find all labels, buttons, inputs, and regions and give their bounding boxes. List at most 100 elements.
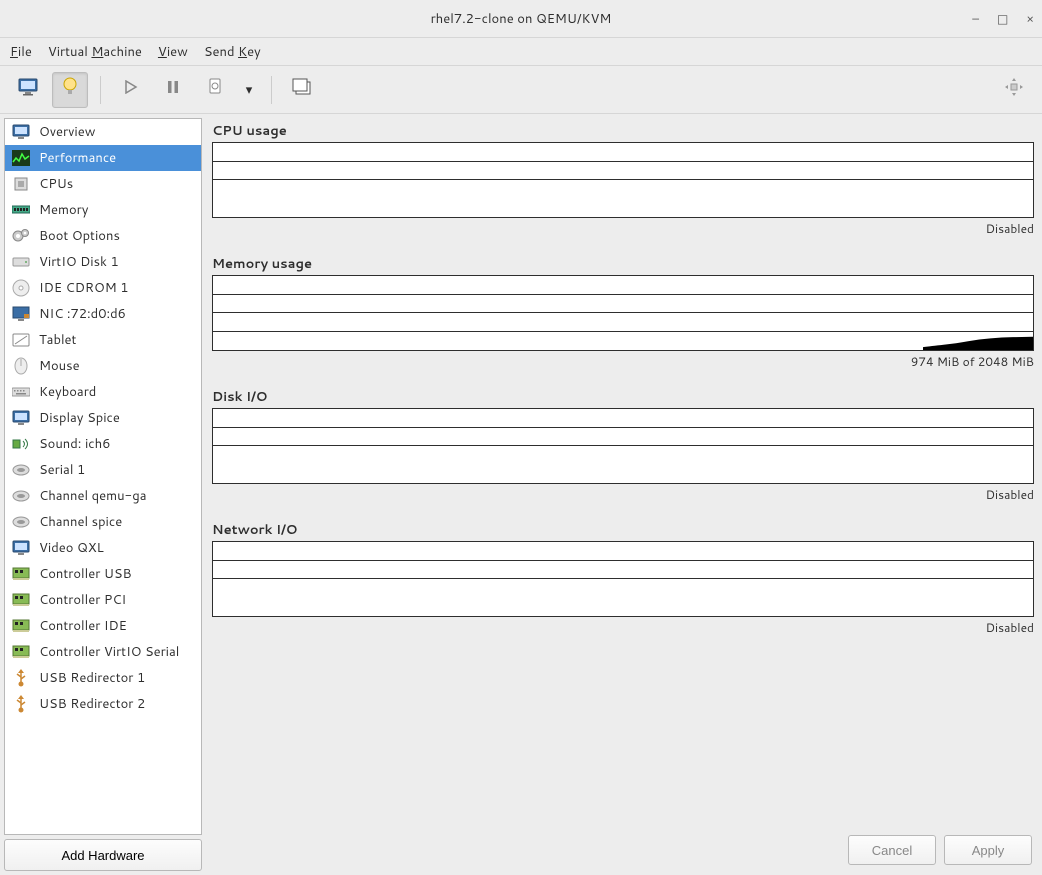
sidebar-item-cpus[interactable]: CPUs — [5, 171, 201, 197]
minimize-button[interactable]: – — [972, 10, 979, 27]
cpu-usage-block: CPU usage Disabled — [212, 122, 1034, 237]
sidebar-item-ctrl-virtio[interactable]: Controller VirtIO Serial — [5, 639, 201, 665]
sidebar-item-display[interactable]: Display Spice — [5, 405, 201, 431]
sidebar-item-label: USB Redirector 1 — [39, 669, 145, 687]
sidebar-item-disk[interactable]: VirtIO Disk 1 — [5, 249, 201, 275]
snapshots-button[interactable] — [284, 72, 320, 108]
fullscreen-button[interactable] — [996, 72, 1032, 108]
sidebar-item-video[interactable]: Video QXL — [5, 535, 201, 561]
sidebar-item-label: Controller PCI — [39, 591, 126, 609]
network-io-title: Network I/O — [212, 521, 1034, 539]
sidebar-item-label: Controller VirtIO Serial — [39, 643, 179, 661]
sidebar-item-label: Keyboard — [39, 383, 96, 401]
port-icon — [11, 512, 31, 532]
sidebar-item-cdrom[interactable]: IDE CDROM 1 — [5, 275, 201, 301]
memory-usage-title: Memory usage — [212, 255, 1034, 273]
sidebar-item-chan-qemu[interactable]: Channel qemu-ga — [5, 483, 201, 509]
keyboard-icon — [11, 382, 31, 402]
nic-icon — [11, 304, 31, 324]
sidebar-item-performance[interactable]: Performance — [5, 145, 201, 171]
main-area: Overview Performance CPUs Memory Boot Option… — [0, 114, 1042, 875]
sidebar-item-keyboard[interactable]: Keyboard — [5, 379, 201, 405]
network-io-caption: Disabled — [212, 619, 1034, 636]
monitor-icon — [18, 78, 38, 101]
tablet-icon — [11, 330, 31, 350]
disk-io-block: Disk I/O Disabled — [212, 388, 1034, 503]
sidebar-item-label: Controller IDE — [39, 617, 127, 635]
network-io-block: Network I/O Disabled — [212, 521, 1034, 636]
sidebar-item-label: Performance — [39, 149, 116, 167]
shutdown-button[interactable] — [197, 72, 233, 108]
sidebar-item-label: Overview — [39, 123, 95, 141]
apply-button[interactable]: Apply — [944, 835, 1032, 865]
menu-view[interactable]: View — [158, 43, 188, 61]
memory-usage-chart — [212, 275, 1034, 351]
run-button[interactable] — [113, 72, 149, 108]
cd-icon — [11, 278, 31, 298]
sidebar-item-memory[interactable]: Memory — [5, 197, 201, 223]
titlebar: rhel7.2-clone on QEMU/KVM – □ × — [0, 0, 1042, 38]
sidebar-item-label: NIC :72:d0:d6 — [39, 305, 126, 323]
port-icon — [11, 460, 31, 480]
pause-button[interactable] — [155, 72, 191, 108]
sidebar-item-label: Memory — [39, 201, 88, 219]
sidebar-item-nic[interactable]: NIC :72:d0:d6 — [5, 301, 201, 327]
play-icon — [124, 80, 138, 99]
disk-icon — [11, 252, 31, 272]
sidebar-item-usb-redir-2[interactable]: USB Redirector 2 — [5, 691, 201, 717]
card-icon — [11, 642, 31, 662]
sidebar-item-label: CPUs — [39, 175, 73, 193]
sidebar-item-label: Serial 1 — [39, 461, 85, 479]
lightbulb-icon — [62, 77, 78, 102]
footer-buttons: Cancel Apply — [212, 829, 1034, 867]
hardware-list[interactable]: Overview Performance CPUs Memory Boot Option… — [4, 118, 202, 835]
cancel-button[interactable]: Cancel — [848, 835, 936, 865]
sidebar-item-boot[interactable]: Boot Options — [5, 223, 201, 249]
sidebar-item-label: Mouse — [39, 357, 80, 375]
details-view-button[interactable] — [52, 72, 88, 108]
toolbar-separator — [100, 76, 101, 104]
toolbar: ▾ — [0, 66, 1042, 114]
monitor-icon — [11, 538, 31, 558]
menu-send-key[interactable]: Send Key — [204, 43, 261, 61]
console-view-button[interactable] — [10, 72, 46, 108]
sidebar-item-label: VirtIO Disk 1 — [39, 253, 119, 271]
sidebar-item-chan-spice[interactable]: Channel spice — [5, 509, 201, 535]
menubar: File Virtual Machine View Send Key — [0, 38, 1042, 66]
menu-file[interactable]: File — [10, 43, 32, 61]
disk-io-chart — [212, 408, 1034, 484]
sidebar-item-sound[interactable]: Sound: ich6 — [5, 431, 201, 457]
sidebar-item-ctrl-usb[interactable]: Controller USB — [5, 561, 201, 587]
ram-icon — [11, 200, 31, 220]
maximize-button[interactable]: □ — [997, 10, 1008, 27]
sidebar-item-ctrl-pci[interactable]: Controller PCI — [5, 587, 201, 613]
sidebar-item-mouse[interactable]: Mouse — [5, 353, 201, 379]
power-icon — [207, 78, 223, 101]
sidebar-item-label: IDE CDROM 1 — [39, 279, 129, 297]
window-controls: – □ × — [972, 10, 1034, 27]
snapshot-icon — [292, 78, 312, 101]
menu-virtual-machine[interactable]: Virtual Machine — [48, 43, 142, 61]
sidebar-item-label: Display Spice — [39, 409, 120, 427]
sidebar-item-tablet[interactable]: Tablet — [5, 327, 201, 353]
sidebar-item-ctrl-ide[interactable]: Controller IDE — [5, 613, 201, 639]
sidebar-item-overview[interactable]: Overview — [5, 119, 201, 145]
sidebar-item-label: Video QXL — [39, 539, 104, 557]
memory-usage-caption: 974 MiB of 2048 MiB — [212, 353, 1034, 370]
cpu-usage-caption: Disabled — [212, 220, 1034, 237]
sidebar-item-usb-redir-1[interactable]: USB Redirector 1 — [5, 665, 201, 691]
cpu-usage-chart — [212, 142, 1034, 218]
shutdown-dropdown[interactable]: ▾ — [239, 72, 259, 108]
sidebar-item-serial[interactable]: Serial 1 — [5, 457, 201, 483]
sidebar-item-label: Sound: ich6 — [39, 435, 110, 453]
add-hardware-button[interactable]: Add Hardware — [4, 839, 202, 871]
content-pane: CPU usage Disabled Memory usage 974 MiB … — [206, 118, 1038, 871]
memory-usage-block: Memory usage 974 MiB of 2048 MiB — [212, 255, 1034, 370]
sidebar-item-label: Controller USB — [39, 565, 132, 583]
sidebar-item-label: Tablet — [39, 331, 76, 349]
gear-icon — [11, 226, 31, 246]
sidebar-item-label: Channel qemu-ga — [39, 487, 147, 505]
monitor-icon — [11, 408, 31, 428]
close-button[interactable]: × — [1026, 10, 1034, 27]
sidebar: Overview Performance CPUs Memory Boot Option… — [4, 118, 202, 871]
